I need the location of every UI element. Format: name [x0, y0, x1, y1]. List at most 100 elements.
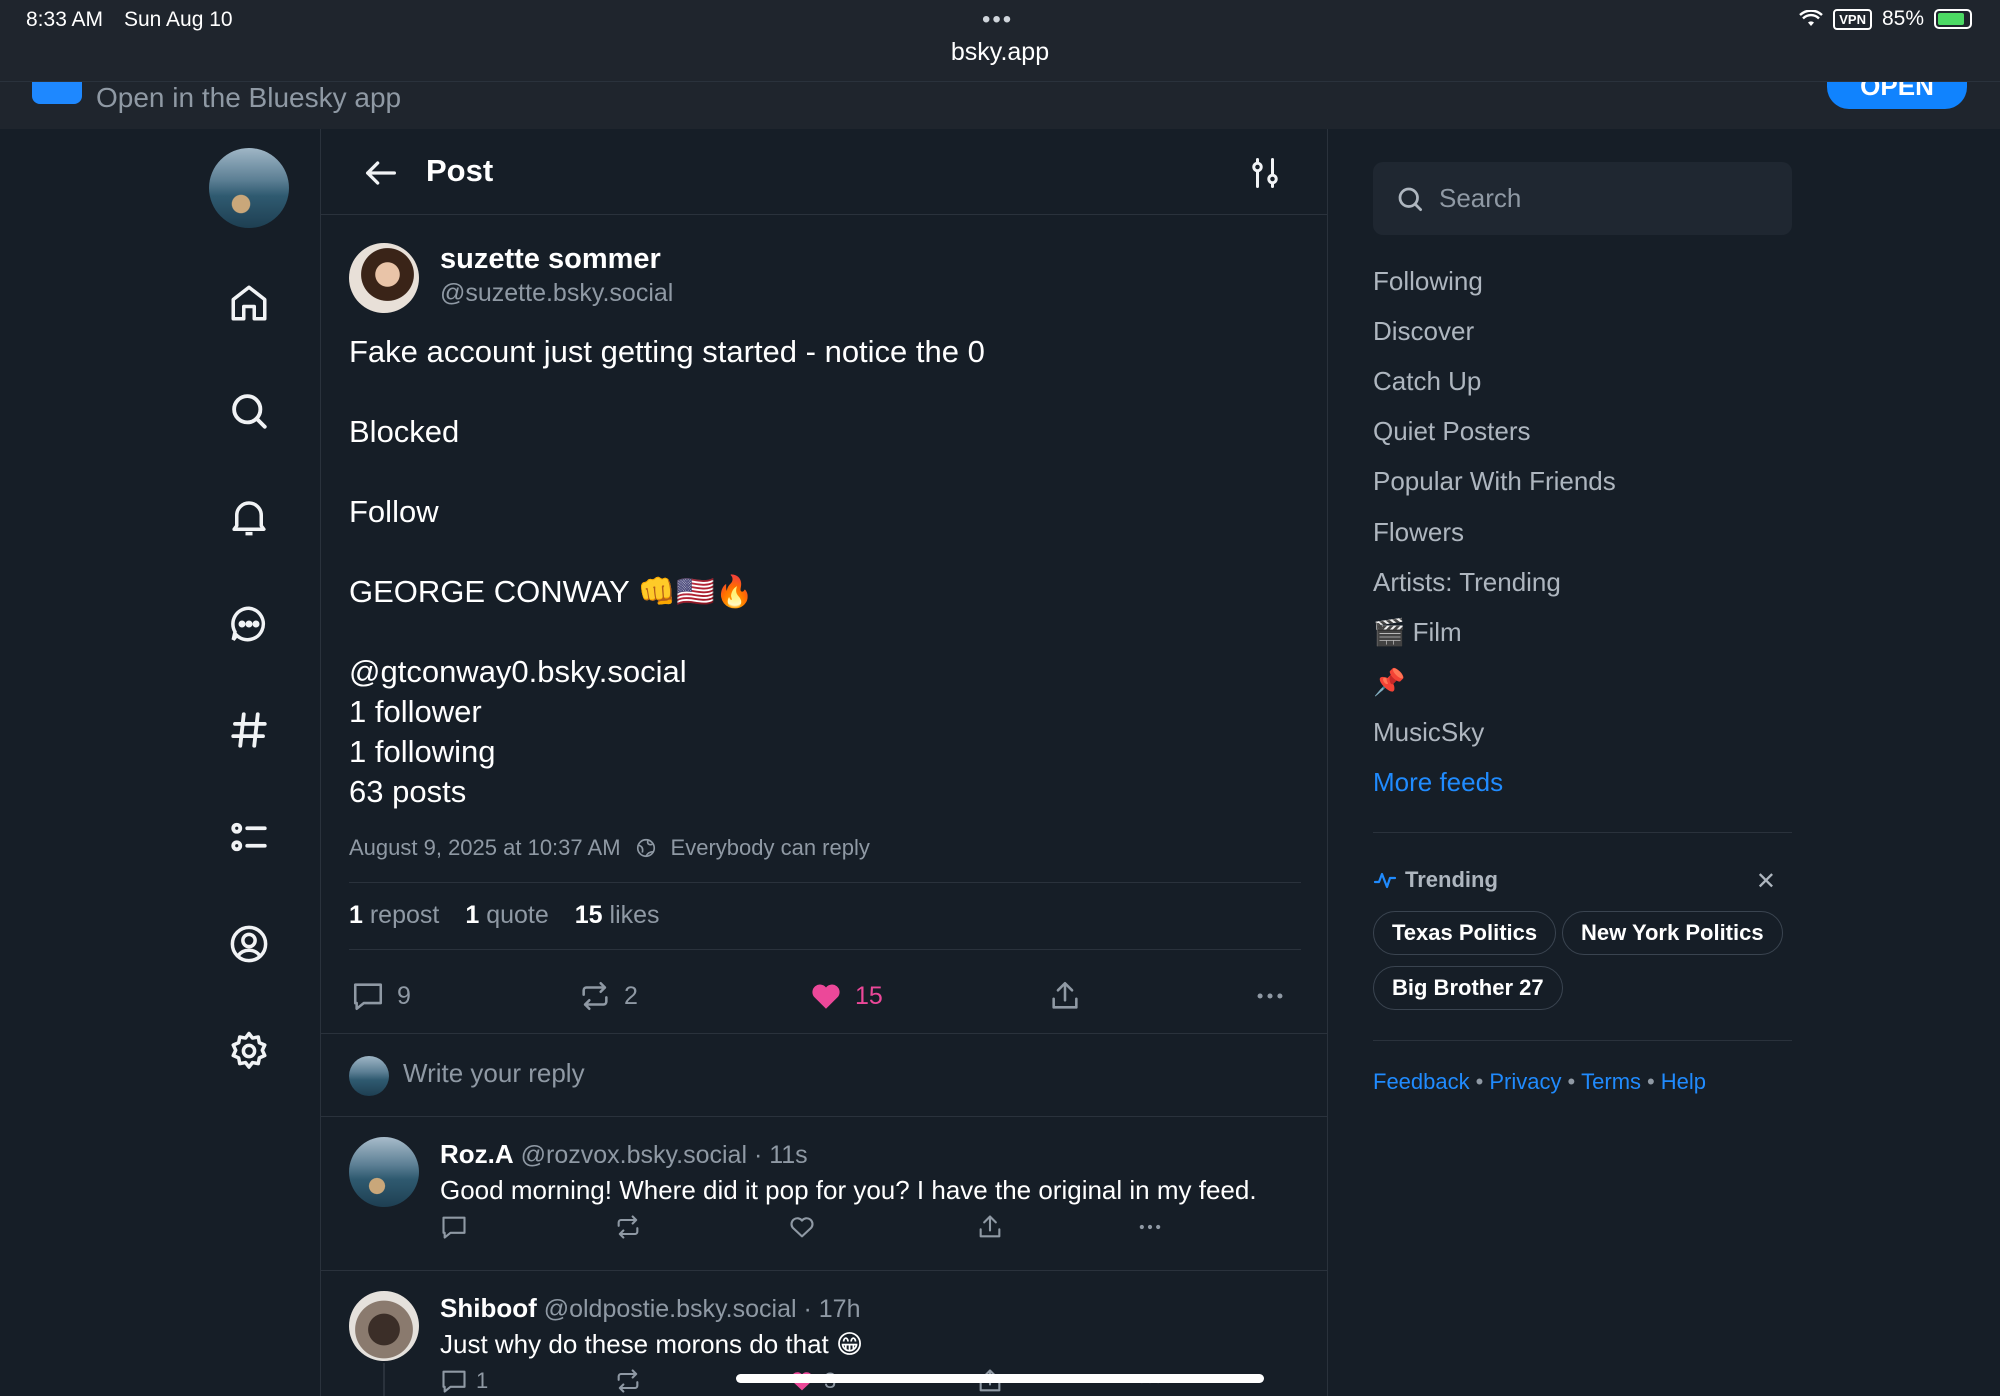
post-body: Fake account just getting started - noti… — [349, 332, 985, 812]
share-button[interactable] — [976, 1213, 1004, 1241]
back-arrow-icon[interactable] — [361, 153, 401, 193]
reply-actions — [321, 1213, 1327, 1253]
feed-item-popular-with-friends[interactable]: Popular With Friends — [1373, 457, 1616, 507]
post-text-line: 1 follower — [349, 694, 482, 729]
bell-icon[interactable] — [224, 492, 274, 542]
reply-button[interactable]: 1 — [440, 1367, 488, 1395]
post-stats: 1 repost 1 quote 15 likes — [349, 901, 660, 930]
address-bar-url[interactable]: bsky.app — [0, 38, 2000, 67]
repost-icon — [617, 1369, 639, 1393]
wifi-icon — [1799, 10, 1824, 26]
post-text-line — [349, 612, 985, 652]
feed-item-quiet-posters[interactable]: Quiet Posters — [1373, 407, 1616, 457]
trending-header: Trending ✕ — [1373, 865, 1792, 895]
like-button[interactable] — [788, 1213, 816, 1241]
feed-item-film[interactable]: 🎬 Film — [1373, 607, 1616, 657]
reply-text: Just why do these morons do that 😁 — [440, 1329, 864, 1359]
search-input[interactable] — [1439, 176, 1769, 220]
repost-button[interactable] — [614, 1213, 642, 1241]
search-icon[interactable] — [224, 386, 274, 436]
trending-topic[interactable]: Texas Politics — [1373, 911, 1557, 955]
post-thread: Post suzette sommer @suzette.bsky.social… — [320, 129, 1328, 1396]
reply-composer[interactable]: Write your reply — [321, 1033, 1327, 1117]
trending-icon — [1373, 872, 1397, 889]
post-text-line — [349, 372, 985, 412]
post-text-line — [349, 532, 985, 572]
thread-settings-icon[interactable] — [1247, 155, 1283, 191]
more-options-button[interactable] — [1136, 1213, 1164, 1241]
terms-link[interactable]: Terms — [1581, 1069, 1641, 1094]
feed-item-pinned[interactable]: 📌 — [1373, 658, 1616, 708]
feed-item-following[interactable]: Following — [1373, 256, 1616, 306]
more-options-button[interactable] — [1253, 979, 1287, 1013]
divider — [349, 882, 1301, 883]
hashtag-icon[interactable] — [224, 705, 274, 755]
post-meta: August 9, 2025 at 10:37 AM Everybody can… — [349, 835, 870, 861]
close-icon[interactable]: ✕ — [1756, 867, 1776, 896]
feed-item-artists-trending[interactable]: Artists: Trending — [1373, 557, 1616, 607]
comment-icon — [353, 983, 383, 1011]
app-banner: Open in the Bluesky app OPEN — [0, 82, 2000, 129]
battery-icon — [1934, 9, 1972, 29]
repost-button[interactable] — [614, 1367, 642, 1395]
share-button[interactable] — [1048, 979, 1082, 1013]
share-icon — [979, 1215, 1001, 1238]
quotes-stat[interactable]: 1 quote — [465, 901, 548, 930]
home-icon[interactable] — [224, 278, 274, 328]
like-button[interactable]: 15 — [809, 979, 883, 1013]
author-name[interactable]: suzette sommer — [440, 243, 661, 276]
reply-text: Good morning! Where did it pop for you? … — [440, 1175, 1257, 1205]
chat-icon[interactable] — [224, 599, 274, 649]
vpn-badge: VPN — [1833, 8, 1872, 30]
author-handle[interactable]: @suzette.bsky.social — [440, 279, 673, 308]
reply-button[interactable]: 9 — [351, 979, 411, 1013]
page-title: Post — [426, 153, 494, 188]
feed-item-musicsky[interactable]: MusicSky — [1373, 708, 1616, 758]
divider — [1373, 1040, 1792, 1041]
repost-button[interactable]: 2 — [578, 979, 638, 1013]
more-feeds-link[interactable]: More feeds — [1373, 758, 1616, 808]
post-text-line: GEORGE CONWAY 👊🇺🇸🔥 — [349, 574, 754, 609]
search-icon — [1398, 187, 1422, 211]
profile-icon[interactable] — [224, 919, 274, 969]
post-text-line: Blocked — [349, 414, 460, 449]
search-box[interactable] — [1373, 162, 1792, 235]
privacy-link[interactable]: Privacy — [1489, 1069, 1561, 1094]
post-text-line[interactable]: @gtconway0.bsky.social — [349, 652, 985, 692]
post-timestamp[interactable]: August 9, 2025 at 10:37 AM — [349, 835, 621, 861]
post-actions: 9 2 15 — [321, 969, 1327, 1029]
home-indicator[interactable] — [736, 1374, 1264, 1383]
avatar[interactable] — [349, 1291, 419, 1361]
more-dots-icon[interactable]: ••• — [982, 6, 1013, 34]
open-app-button[interactable]: OPEN — [1827, 82, 1967, 109]
author-avatar[interactable] — [349, 243, 419, 313]
lists-icon[interactable] — [224, 812, 274, 862]
reply-header: Shiboof @oldpostie.bsky.social · 17h — [440, 1293, 861, 1323]
post-header: Post — [321, 129, 1327, 215]
reposts-stat[interactable]: 1 repost — [349, 901, 439, 930]
feedback-link[interactable]: Feedback — [1373, 1069, 1470, 1094]
avatar — [349, 1056, 389, 1096]
avatar[interactable] — [349, 1137, 419, 1207]
trending-topic[interactable]: New York Politics — [1562, 911, 1783, 955]
post-text-line: Follow — [349, 494, 439, 529]
feed-item-flowers[interactable]: Flowers — [1373, 507, 1616, 557]
feed-item-catch-up[interactable]: Catch Up — [1373, 356, 1616, 406]
settings-icon[interactable] — [224, 1026, 274, 1076]
likes-stat[interactable]: 15 likes — [575, 901, 660, 930]
reply-post[interactable]: Roz.A @rozvox.bsky.social · 11s Good mor… — [321, 1117, 1327, 1271]
bluesky-logo-icon — [32, 82, 82, 104]
post-text-line: 63 posts — [349, 774, 467, 809]
repost-icon — [617, 1215, 639, 1239]
reply-placeholder[interactable]: Write your reply — [403, 1058, 585, 1089]
heart-icon — [812, 984, 840, 1009]
heart-icon — [790, 1217, 814, 1238]
comment-icon — [442, 1370, 466, 1393]
reply-button[interactable] — [440, 1213, 468, 1241]
avatar[interactable] — [209, 148, 289, 228]
post-text-line: 1 following — [349, 734, 496, 769]
trending-topic[interactable]: Big Brother 27 — [1373, 966, 1563, 1010]
feed-item-discover[interactable]: Discover — [1373, 306, 1616, 356]
comment-icon — [442, 1216, 466, 1239]
help-link[interactable]: Help — [1661, 1069, 1706, 1094]
